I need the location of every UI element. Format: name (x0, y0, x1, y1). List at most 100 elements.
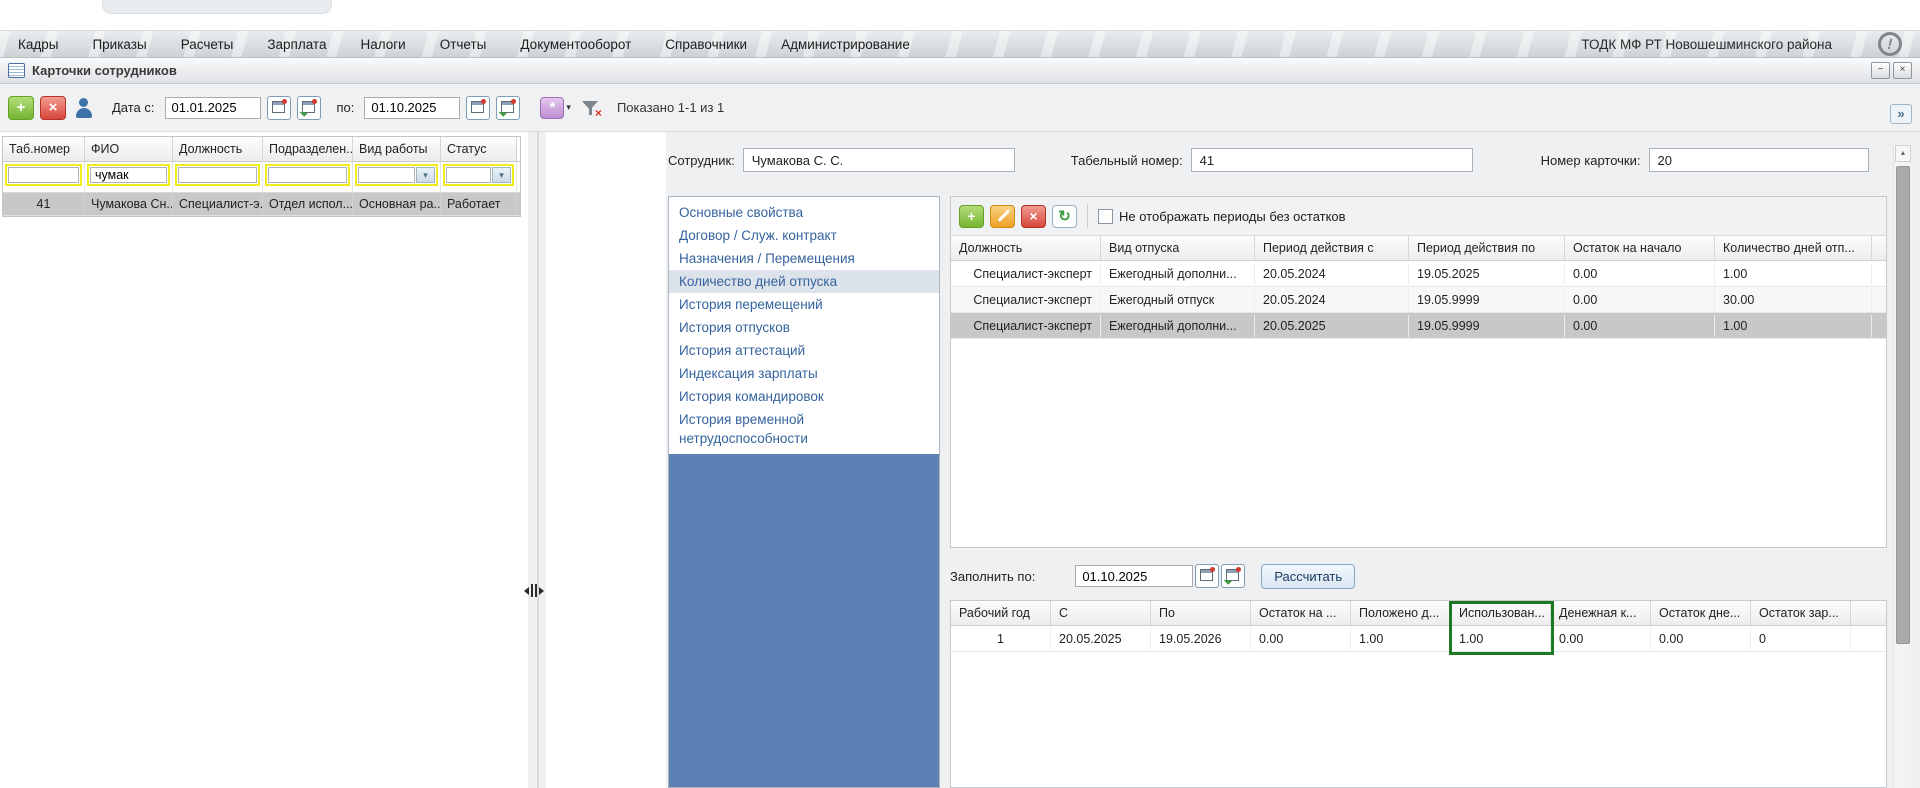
calendar-icon (1200, 567, 1216, 581)
employee-filter-cell-5: ▾ (353, 162, 441, 192)
employee-col-5[interactable]: Вид работы (353, 137, 441, 161)
vacation-cell: Ежегодный отпуск (1101, 288, 1255, 311)
employee-col-6[interactable]: Статус (441, 137, 517, 161)
employee-filter-input-5[interactable] (358, 167, 415, 183)
nav-item-1[interactable]: Основные свойства (669, 201, 939, 224)
refresh-button[interactable]: ↻ (1052, 204, 1077, 228)
menu-item-2[interactable]: Приказы (92, 37, 146, 52)
nav-item-10[interactable]: История временной нетрудоспособности (669, 408, 939, 450)
tab-number-label: Табельный номер: (1070, 152, 1183, 168)
calendar-arrow-icon (501, 98, 517, 113)
add-employee-button[interactable]: + (8, 95, 34, 120)
vacation-cell: Ежегодный дополни... (1101, 262, 1255, 285)
work-year-row-1[interactable]: 1 20.05.2025 19.05.2026 0.00 1.00 1.00 0.00 0.0… (951, 626, 1886, 652)
delete-period-button[interactable]: × (1021, 204, 1046, 228)
close-button[interactable]: × (1893, 62, 1912, 79)
window-controls: − × (1871, 62, 1912, 79)
date-from-calendar-button[interactable] (266, 95, 291, 120)
filter-dropdown-button-6[interactable]: ▾ (492, 167, 511, 183)
vacation-row-3[interactable]: Специалист-эксперт Ежегодный дополни... 20… (951, 313, 1886, 339)
work-year-col-7[interactable]: Денежная к... (1551, 601, 1651, 625)
work-year-col-5[interactable]: Положено д... (1351, 601, 1451, 625)
menu-item-4[interactable]: Зарплата (267, 37, 326, 52)
menu-item-8[interactable]: Справочники (665, 37, 747, 52)
work-year-col-8[interactable]: Остаток дне... (1651, 601, 1751, 625)
work-year-col-3[interactable]: По (1151, 601, 1251, 625)
menu-item-1[interactable]: Кадры (18, 37, 58, 52)
nav-item-9[interactable]: История командировок (669, 385, 939, 408)
nav-item-5[interactable]: История перемещений (669, 293, 939, 316)
work-year-col-4[interactable]: Остаток на ... (1251, 601, 1351, 625)
vacation-col-5[interactable]: Остаток на начало (1565, 236, 1715, 260)
delete-employee-button[interactable]: × (40, 95, 66, 120)
scrollbar-thumb[interactable] (1896, 166, 1910, 644)
employee-card-icon[interactable] (74, 97, 94, 119)
vacation-col-4[interactable]: Период действия по (1409, 236, 1565, 260)
employee-filter-2 (87, 164, 170, 186)
filter-dropdown-button-5[interactable]: ▾ (416, 167, 435, 183)
nav-item-2[interactable]: Договор / Служ. контракт (669, 224, 939, 247)
menu-item-3[interactable]: Расчеты (181, 37, 234, 52)
work-year-col-9[interactable]: Остаток зар... (1751, 601, 1851, 625)
employee-name-field[interactable] (742, 148, 1015, 172)
panel-splitter[interactable] (537, 132, 539, 788)
date-from-label: Дата с: (112, 100, 155, 115)
nav-item-3[interactable]: Назначения / Перемещения (669, 247, 939, 270)
nav-item-6[interactable]: История отпусков (669, 316, 939, 339)
date-to-calendar-button[interactable] (466, 95, 491, 120)
employee-col-4[interactable]: Подразделен... (263, 137, 353, 161)
date-to-apply-button[interactable] (496, 95, 521, 120)
minimize-button[interactable]: − (1871, 62, 1890, 79)
fill-apply-button[interactable] (1221, 564, 1246, 588)
date-from-input[interactable] (164, 96, 261, 119)
card-number-field[interactable] (1648, 148, 1869, 172)
employee-col-1[interactable]: Таб.номер (3, 137, 85, 161)
fill-until-label: Заполнить по: (950, 568, 1036, 584)
vacation-col-6[interactable]: Количество дней отп... (1715, 236, 1872, 260)
work-year-col-1[interactable]: Рабочий год (951, 601, 1051, 625)
alert-icon[interactable]: ! (1875, 29, 1905, 59)
add-period-button[interactable]: + (959, 204, 984, 228)
menu-item-9[interactable]: Администрирование (781, 37, 910, 52)
employee-col-2[interactable]: ФИО (85, 137, 173, 161)
edit-period-button[interactable] (990, 204, 1015, 228)
scroll-up-button[interactable]: ▲ (1895, 145, 1911, 162)
work-year-col-6[interactable]: Использован... (1451, 601, 1551, 625)
vacation-periods-table: Должность Вид отпуска Период действия с Пер… (951, 236, 1886, 339)
settings-dropdown[interactable]: * ▾ (540, 96, 571, 119)
work-year-col-2[interactable]: С (1051, 601, 1151, 625)
employee-filter-input-3[interactable] (178, 167, 257, 183)
nav-item-7[interactable]: История аттестаций (669, 339, 939, 362)
menu-item-5[interactable]: Налоги (360, 37, 405, 52)
collapse-panel-button[interactable]: » (1890, 104, 1912, 124)
date-from-apply-button[interactable] (296, 95, 321, 120)
calculate-button[interactable]: Рассчитать (1261, 563, 1356, 589)
hide-empty-periods-checkbox[interactable] (1098, 208, 1113, 224)
employee-filter-6: ▾ (443, 164, 514, 186)
tab-number-field[interactable] (1190, 148, 1473, 172)
vacation-cell: 19.05.2025 (1409, 262, 1565, 285)
nav-item-8[interactable]: Индексация зарплаты (669, 362, 939, 385)
menu-item-6[interactable]: Отчеты (440, 37, 487, 52)
employee-filter-input-2[interactable] (90, 167, 167, 183)
vacation-col-3[interactable]: Период действия с (1255, 236, 1409, 260)
menu-item-7[interactable]: Документооборот (520, 37, 631, 52)
employee-cell: 41 (3, 195, 85, 213)
employee-filter-input-4[interactable] (268, 167, 347, 183)
date-to-input[interactable] (364, 96, 461, 119)
employee-col-3[interactable]: Должность (173, 137, 263, 161)
employee-row-1[interactable]: 41 Чумакова Сн... Специалист-э... Отдел исп… (3, 193, 520, 216)
fill-until-input[interactable] (1075, 565, 1194, 587)
employee-filter-input-6[interactable] (446, 167, 491, 183)
vacation-cell: Специалист-эксперт (951, 262, 1101, 285)
vacation-row-1[interactable]: Специалист-эксперт Ежегодный дополни... 20… (951, 261, 1886, 287)
vacation-col-2[interactable]: Вид отпуска (1101, 236, 1255, 260)
vacation-col-1[interactable]: Должность (951, 236, 1101, 260)
vacation-row-2[interactable]: Специалист-эксперт Ежегодный отпуск 20.05.… (951, 287, 1886, 313)
clear-filter-icon[interactable] (581, 100, 602, 120)
fill-calendar-button[interactable] (1195, 564, 1220, 588)
detail-nav-items: Основные свойства Договор / Служ. контрак… (669, 197, 939, 450)
nav-item-4[interactable]: Количество дней отпуска (669, 270, 939, 293)
vertical-scrollbar[interactable]: ▲ (1893, 144, 1911, 788)
employee-filter-input-1[interactable] (8, 167, 79, 183)
